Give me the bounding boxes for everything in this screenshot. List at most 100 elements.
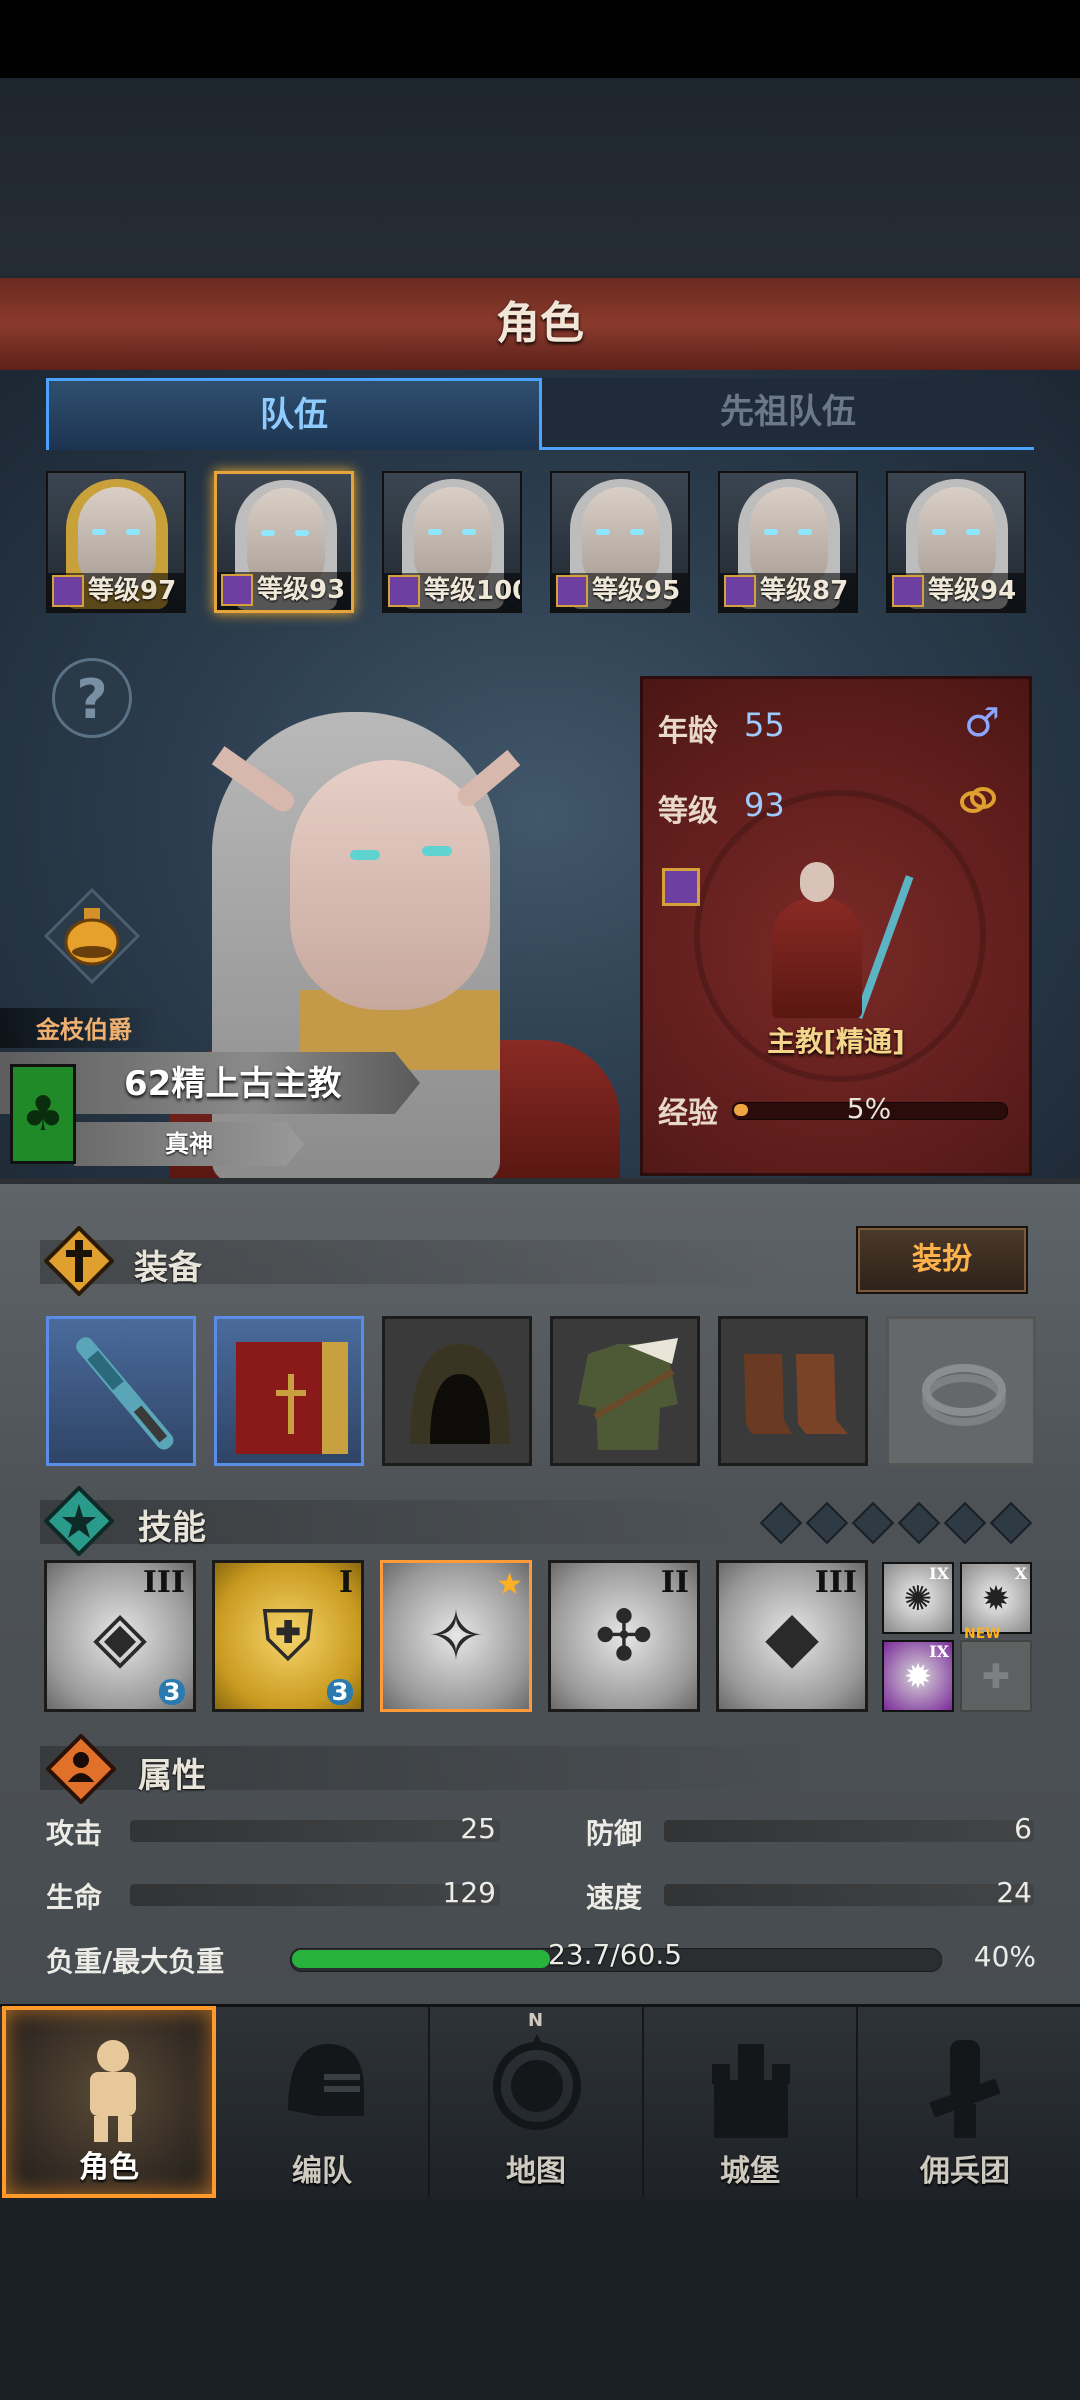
tab-ancestor-team[interactable]: 先祖队伍 <box>542 378 1034 450</box>
equip-slot-head[interactable] <box>382 1316 532 1466</box>
skill-slot-3[interactable]: ✧ ★ <box>380 1560 532 1712</box>
equipment-title: 装备 <box>134 1248 202 1288</box>
life-label: 生命 <box>46 1881 103 1914</box>
bottom-spacer <box>0 2200 1080 2400</box>
passive-skill-2[interactable]: ✹ X <box>960 1562 1032 1634</box>
male-icon: ♂ <box>964 700 1000 746</box>
hero-eye <box>966 529 980 535</box>
book-icon <box>236 1342 348 1454</box>
passive-skill-empty[interactable]: ✚ NEW <box>960 1626 1032 1712</box>
hero-eye <box>428 529 442 535</box>
equip-slot-ring[interactable] <box>886 1316 1036 1466</box>
potion-icon[interactable] <box>44 888 140 984</box>
hero-eye <box>932 529 946 535</box>
knight-icon <box>90 2040 136 2142</box>
skill-slot-2[interactable]: ⛨ I 3 <box>212 1560 364 1712</box>
hero-eye <box>764 529 778 535</box>
passive-skill-3[interactable]: ✹ IX <box>882 1640 954 1712</box>
helmet-icon <box>288 2044 364 2116</box>
boots-icon <box>744 1354 848 1434</box>
skill-count-badge: 3 <box>327 1679 353 1705</box>
passive-skill-1[interactable]: ✺ IX <box>882 1562 954 1634</box>
castle-icon <box>712 2044 790 2138</box>
new-tag: NEW <box>964 1626 1001 1642</box>
tab-team-label: 队伍 <box>260 395 328 435</box>
equip-slot-offhand[interactable] <box>214 1316 364 1466</box>
nav-castle[interactable]: 城堡 <box>644 2006 858 2198</box>
nav-mercenary-label: 佣兵团 <box>920 2154 1010 2189</box>
star-badge-icon: ★ <box>496 1567 523 1602</box>
roster-portrait[interactable]: 等级95 <box>550 471 690 613</box>
attack-value: 25 <box>460 1812 496 1845</box>
status-bar <box>0 0 1080 78</box>
roster-portrait[interactable]: 等级93 <box>214 471 354 613</box>
tree-icon: ♣ <box>21 1086 65 1142</box>
class-icon <box>724 575 756 607</box>
class-icon <box>52 575 84 607</box>
nav-mercenary[interactable]: 佣兵团 <box>858 2006 1072 2198</box>
hero-level: 等级87 <box>760 576 849 606</box>
dress-up-button[interactable]: 装扮 <box>856 1226 1028 1294</box>
fist-icon <box>929 2040 1001 2138</box>
equip-slot-body[interactable] <box>550 1316 700 1466</box>
ring-slot-icon <box>922 1364 1006 1426</box>
roster-portrait[interactable]: 等级87 <box>718 471 858 613</box>
compass-icon <box>493 2034 581 2130</box>
hero-eye <box>462 529 476 535</box>
skill-rank: III <box>814 1565 857 1600</box>
class-icon <box>892 575 924 607</box>
roster-portrait[interactable]: 等级94 <box>886 471 1026 613</box>
hero-eye <box>126 529 140 535</box>
nav-formation[interactable]: 编队 <box>216 2006 430 2198</box>
skill-rank: III <box>142 1565 185 1600</box>
character-eye <box>350 850 380 860</box>
nav-character-label: 角色 <box>79 2150 139 2185</box>
help-icon[interactable]: ? <box>52 658 132 738</box>
character-name[interactable]: 62精上古主教 <box>124 1056 341 1105</box>
hero-level: 等级95 <box>592 576 681 606</box>
skill-slot-1[interactable]: ◈ III 3 <box>44 1560 196 1712</box>
hero-eye <box>295 530 309 536</box>
person-icon <box>46 1734 116 1804</box>
nav-map-label: 地图 <box>506 2154 566 2189</box>
equip-slot-feet[interactable] <box>718 1316 868 1466</box>
load-percent: 40% <box>973 1940 1036 1973</box>
tab-team[interactable]: 队伍 <box>46 378 542 450</box>
tunic-icon <box>578 1338 678 1450</box>
compass-north-label: N <box>528 2010 544 2031</box>
class-icon <box>221 574 253 606</box>
hero-level: 等级94 <box>928 576 1017 606</box>
hero-eye <box>596 529 610 535</box>
attributes-title: 属性 <box>138 1756 206 1796</box>
skill-slot-5[interactable]: ◆ III <box>716 1560 868 1712</box>
nav-castle-label: 城堡 <box>720 2154 780 2189</box>
hero-level: 等级97 <box>88 576 177 606</box>
ring-icon[interactable] <box>958 780 998 820</box>
exp-label: 经验 <box>658 1096 718 1131</box>
speed-value: 24 <box>996 1876 1032 1909</box>
speed-label: 速度 <box>586 1881 643 1914</box>
star-icon <box>44 1486 114 1556</box>
attack-label: 攻击 <box>46 1817 103 1850</box>
exp-percent: 5% <box>846 1092 892 1125</box>
age-value: 55 <box>744 706 785 744</box>
hero-level: 等级100 <box>424 576 522 606</box>
defense-label: 防御 <box>586 1817 643 1850</box>
level-label: 等级 <box>658 794 718 829</box>
skill-rank: II <box>660 1565 689 1600</box>
upper-background <box>0 78 1080 278</box>
skill-slot-4[interactable]: ✣ II <box>548 1560 700 1712</box>
nav-map[interactable]: 地图 <box>430 2006 644 2198</box>
equip-slot-weapon[interactable] <box>46 1316 196 1466</box>
skill-rank: I <box>338 1565 353 1600</box>
hero-eye <box>261 530 275 536</box>
nav-character[interactable]: 角色 <box>2 2006 216 2198</box>
roster-portrait[interactable]: 等级97 <box>46 471 186 613</box>
class-icon <box>388 575 420 607</box>
skill-count-badge: 3 <box>159 1679 185 1705</box>
load-value: 23.7/60.5 <box>547 1938 683 1971</box>
skills-title: 技能 <box>138 1508 206 1548</box>
class-icon <box>662 868 700 906</box>
roster-portrait[interactable]: 等级100 <box>382 471 522 613</box>
life-value: 129 <box>442 1876 496 1909</box>
